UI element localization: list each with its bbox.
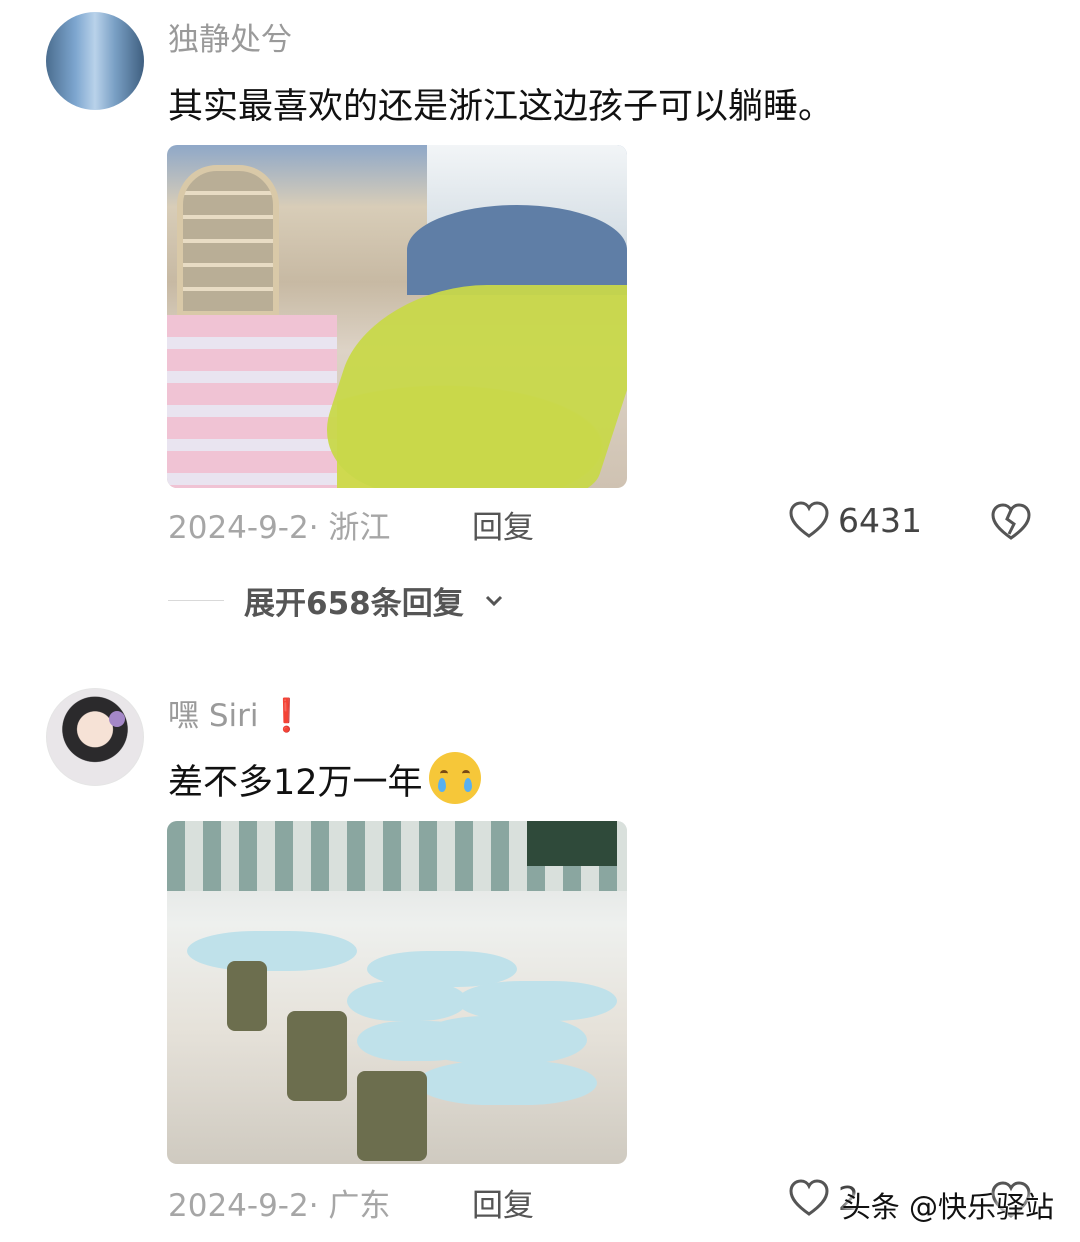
divider <box>168 600 224 601</box>
photo-sleeping-mats <box>167 315 337 488</box>
comment-photo[interactable] <box>167 145 627 488</box>
exclamation-badge-icon: ❗ <box>266 696 307 734</box>
comment-photo[interactable] <box>167 821 627 1164</box>
photo-bookshelf <box>177 165 279 317</box>
username[interactable]: 独静处兮 <box>168 14 292 59</box>
comment-text: 其实最喜欢的还是浙江这边孩子可以躺睡。 <box>168 87 834 127</box>
avatar[interactable] <box>46 12 144 110</box>
photo-desk <box>417 1061 597 1105</box>
like-count: 6431 <box>838 500 922 540</box>
hair-flower <box>109 711 125 727</box>
watermark: 头条 @快乐驿站 <box>841 1190 1054 1224</box>
comment-meta: 2024-9-2· 浙江 <box>168 510 391 546</box>
chevron-down-icon <box>485 595 502 606</box>
reply-button[interactable]: 回复 <box>472 502 534 547</box>
photo-chair <box>227 961 267 1031</box>
photo-chair <box>287 1011 347 1101</box>
username-text: 嘿 Siri <box>168 698 259 734</box>
photo-desk <box>457 981 617 1021</box>
photo-chair <box>357 1071 427 1161</box>
heart-icon <box>789 1179 829 1216</box>
heart-icon <box>789 501 829 538</box>
crying-face-icon <box>428 752 481 804</box>
photo-sofa <box>302 285 627 488</box>
photo-blackboard <box>527 821 617 866</box>
avatar[interactable] <box>46 688 144 786</box>
comment-text-content: 差不多12万一年 <box>168 763 423 803</box>
comment-text: 差不多12万一年 <box>168 752 481 805</box>
comment-meta: 2024-9-2· 广东 <box>168 1188 391 1224</box>
expand-replies-label: 展开658条回复 <box>244 586 464 622</box>
photo-arch-shelf <box>407 205 627 295</box>
reply-button[interactable]: 回复 <box>472 1180 534 1225</box>
photo-desk <box>347 981 467 1021</box>
photo-desk <box>417 1016 587 1064</box>
expand-replies-button[interactable]: 展开658条回复 <box>168 578 504 623</box>
photo-desk <box>187 931 357 971</box>
like-button[interactable]: 6431 <box>788 500 922 540</box>
username[interactable]: 嘿 Siri ❗ <box>168 690 306 735</box>
broken-heart-icon[interactable] <box>990 502 1032 542</box>
